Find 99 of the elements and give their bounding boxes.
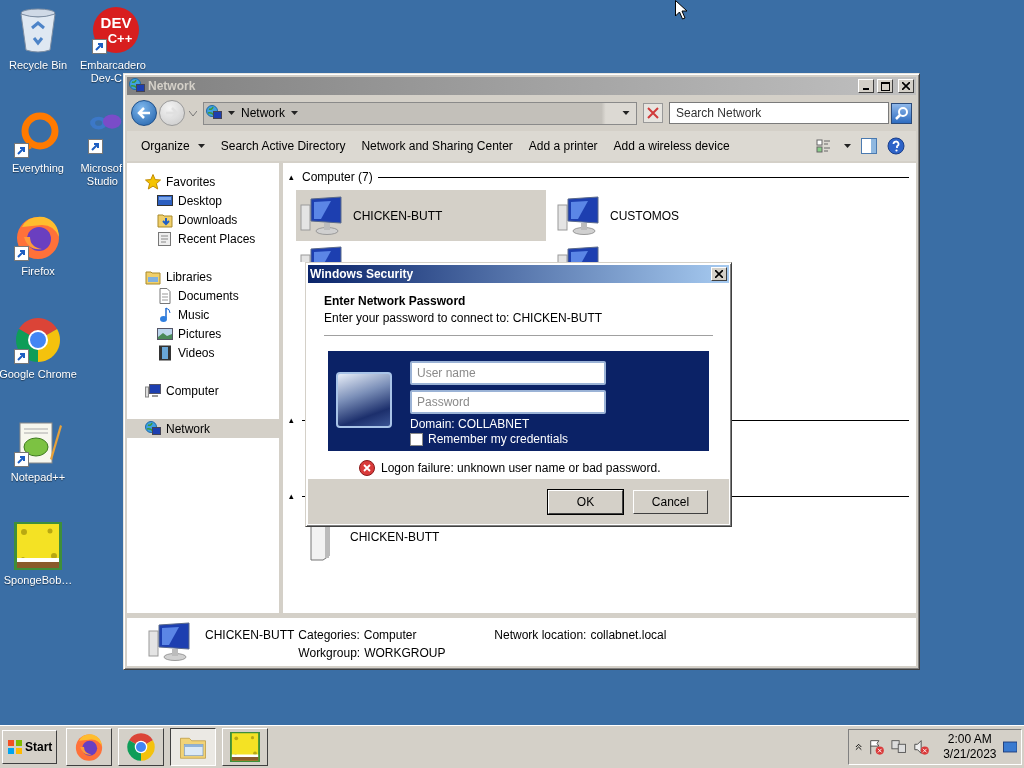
dialog-heading: Enter Network Password [324, 294, 467, 308]
maximize-button[interactable] [877, 79, 893, 93]
user-tile-icon [336, 372, 392, 428]
back-button[interactable] [131, 100, 157, 126]
close-button[interactable] [711, 267, 727, 281]
nav-item[interactable]: Computer [127, 381, 279, 400]
chevron-up-icon[interactable] [855, 743, 863, 751]
desktop-icon [157, 192, 173, 209]
error-icon [359, 460, 375, 476]
toolbar-button[interactable]: Organize [133, 134, 213, 158]
library-folder-icon [145, 268, 161, 285]
speaker-icon[interactable] [912, 738, 930, 756]
show-desktop-icon[interactable] [1002, 740, 1017, 754]
group-title[interactable]: Computer (7) [302, 170, 373, 184]
search-button[interactable] [891, 102, 912, 124]
clock-time[interactable]: 2:00 AM [947, 732, 992, 747]
nav-item[interactable]: Documents [127, 286, 279, 305]
collapse-toggle[interactable]: ▴ [289, 491, 297, 501]
firefox-icon[interactable] [74, 732, 105, 762]
pictures-icon [157, 325, 173, 342]
flag-icon[interactable] [868, 738, 885, 756]
toolbar-button[interactable]: Add a wireless device [605, 134, 738, 158]
toolbar-button[interactable]: Add a printer [520, 134, 606, 158]
document-icon [157, 287, 173, 304]
stop-button[interactable] [643, 103, 663, 123]
nav-item[interactable]: Pictures [127, 324, 279, 343]
computer-icon [145, 382, 161, 399]
icon-label: Google Chrome [0, 368, 77, 381]
username-field[interactable]: User name [410, 361, 606, 385]
nav-item[interactable]: Favorites [127, 172, 279, 191]
collapse-toggle[interactable]: ▴ [289, 415, 297, 425]
start-button[interactable]: Start [2, 730, 58, 764]
field-value: WORKGROUP [364, 646, 446, 660]
breadcrumb-arrow-icon [228, 111, 235, 115]
dialog-button[interactable]: Cancel [633, 489, 708, 514]
music-note-icon [157, 306, 173, 323]
network-icon [145, 420, 161, 437]
icon-label: Dev-C [90, 72, 122, 85]
dialog-title: Windows Security [310, 267, 415, 281]
network-icon[interactable] [890, 738, 907, 756]
nav-item[interactable]: Downloads [127, 210, 279, 229]
network-icon [206, 105, 222, 121]
caret-icon [189, 110, 197, 116]
nav-item[interactable]: Desktop [127, 191, 279, 210]
dialog-subtitle: Enter your password to connect to: CHICKEN-BUTT [324, 311, 604, 325]
close-icon [715, 270, 723, 278]
window-title: Network [148, 79, 197, 93]
icon-label: SpongeBob… [3, 574, 73, 587]
close-button[interactable] [898, 79, 914, 93]
icon-label: Notepad++ [10, 471, 66, 484]
field-label: Network location: [494, 628, 587, 642]
icon-label: Microsof [80, 162, 122, 175]
computer-tile[interactable]: CUSTOMOS [553, 190, 803, 241]
film-strip-icon [157, 344, 173, 361]
domain-label: Domain: COLLABNET [410, 417, 531, 431]
search-field[interactable]: Search Network [669, 102, 889, 124]
clock-date[interactable]: 3/21/2023 [943, 747, 997, 762]
toolbar-button[interactable]: Network and Sharing Center [353, 134, 521, 158]
toolbar-button[interactable]: Search Active Directory [212, 134, 354, 158]
icon-label: Everything [12, 162, 64, 175]
breadcrumb-arrow-icon [291, 111, 298, 115]
nav-item[interactable]: Network [127, 419, 279, 438]
back-arrow-icon [137, 107, 151, 119]
remember-checkbox[interactable]: Remember my credentials [410, 432, 606, 446]
icon-label: Recycle Bin [8, 59, 68, 72]
caret-icon [844, 144, 851, 148]
details-name: CHICKEN-BUTT [205, 628, 295, 642]
chrome-icon[interactable] [126, 732, 157, 762]
address-bar[interactable]: Network [203, 101, 637, 125]
network-icon [129, 78, 145, 94]
taskbar-button[interactable] [170, 728, 217, 766]
recent-places-icon [157, 230, 173, 247]
computer-tile[interactable]: CHICKEN-BUTT [296, 190, 546, 241]
nav-item[interactable]: Libraries [127, 267, 279, 286]
field-label: Categories: [298, 628, 360, 642]
maximize-icon [880, 81, 890, 91]
nav-item[interactable]: Music [127, 305, 279, 324]
windows-logo-icon [7, 739, 23, 755]
nav-item[interactable]: Recent Places [127, 229, 279, 248]
checkbox[interactable] [410, 432, 423, 446]
star-icon [145, 173, 161, 190]
mouse-cursor-icon [675, 0, 688, 20]
chrome-icon[interactable] [14, 316, 62, 364]
icon-label: Embarcadero [79, 59, 146, 72]
minimize-button[interactable] [858, 79, 874, 93]
nav-item[interactable]: Videos [127, 343, 279, 362]
close-icon [902, 82, 910, 90]
error-message: Logon failure: unknown user name or bad password. [381, 461, 661, 475]
dropdown-arrow-icon [622, 111, 630, 115]
dialog-button[interactable]: OK [548, 489, 623, 514]
field-label: Workgroup: [298, 646, 361, 660]
icon-label: Studio [86, 175, 118, 188]
field-value: Computer [363, 628, 417, 642]
field-value: collabnet.local [590, 628, 667, 642]
breadcrumb[interactable]: Network [241, 106, 285, 120]
password-field[interactable]: Password [410, 390, 606, 414]
collapse-toggle[interactable]: ▴ [289, 172, 297, 182]
icon-label: Firefox [21, 265, 55, 278]
folder-download-icon [157, 211, 173, 228]
